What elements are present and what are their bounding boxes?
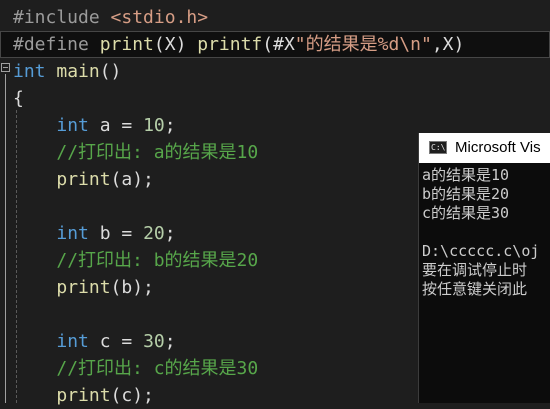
code-token: ,X) bbox=[431, 34, 465, 55]
console-output: a的结果是10 b的结果是20 c的结果是30 D:\ccccc.c\oj 要在调试停止… bbox=[422, 166, 539, 299]
code-token: (b); bbox=[110, 277, 154, 298]
console-output-line: 按任意键关闭此 bbox=[422, 280, 528, 298]
code-token: //打印出: c的结果是30 bbox=[56, 358, 259, 379]
code-token: //打印出: b的结果是20 bbox=[56, 250, 259, 271]
code-token: 20 bbox=[143, 223, 165, 244]
code-line-3[interactable]: int main() bbox=[0, 58, 550, 85]
code-token: int bbox=[56, 331, 89, 352]
code-token: a = bbox=[88, 115, 144, 136]
console-output-line: a的结果是10 bbox=[422, 166, 510, 184]
code-token: 10 bbox=[143, 115, 165, 136]
console-output-line: D:\ccccc.c\oj bbox=[422, 242, 540, 260]
code-token: (X) bbox=[153, 34, 198, 55]
code-token: ; bbox=[164, 331, 176, 352]
console-output-line: c的结果是30 bbox=[422, 204, 510, 222]
code-token: int bbox=[56, 223, 89, 244]
code-line-4[interactable]: { bbox=[0, 85, 550, 112]
console-app-icon: C:\ bbox=[429, 141, 447, 154]
code-token: b = bbox=[88, 223, 144, 244]
code-line-2[interactable]: #define print(X) printf(#X"的结果是%d\n",X) bbox=[0, 31, 550, 58]
code-token: { bbox=[13, 88, 24, 109]
code-token: ; bbox=[164, 223, 176, 244]
code-token: () bbox=[99, 61, 122, 82]
code-token: c = bbox=[88, 331, 144, 352]
code-token: printf bbox=[197, 34, 263, 55]
code-token: print bbox=[56, 169, 111, 190]
console-title: Microsoft Vis bbox=[455, 139, 541, 156]
console-window[interactable]: C:\ Microsoft Vis a的结果是10 b的结果是20 c的结果是30 D… bbox=[418, 133, 550, 403]
code-token: #define bbox=[13, 34, 100, 55]
code-token: 30 bbox=[143, 331, 165, 352]
code-token: "的结果是%d\n" bbox=[294, 34, 432, 55]
code-token: int bbox=[56, 115, 89, 136]
code-token: print bbox=[99, 34, 154, 55]
code-token: int bbox=[13, 61, 46, 82]
console-output-line: b的结果是20 bbox=[422, 185, 510, 203]
code-token: print bbox=[56, 277, 111, 298]
console-title-bar[interactable]: C:\ Microsoft Vis bbox=[419, 133, 550, 163]
console-output-line: 要在调试停止时 bbox=[422, 261, 528, 279]
code-token: (#X bbox=[262, 34, 295, 55]
code-token: #include bbox=[13, 7, 111, 28]
code-token: (a); bbox=[110, 169, 154, 190]
code-token: ; bbox=[164, 115, 176, 136]
code-token: <stdio.h> bbox=[110, 7, 209, 28]
code-token: //打印出: a的结果是10 bbox=[56, 142, 259, 163]
code-line-1[interactable]: #include <stdio.h> bbox=[0, 4, 550, 31]
code-token: main bbox=[56, 61, 100, 82]
